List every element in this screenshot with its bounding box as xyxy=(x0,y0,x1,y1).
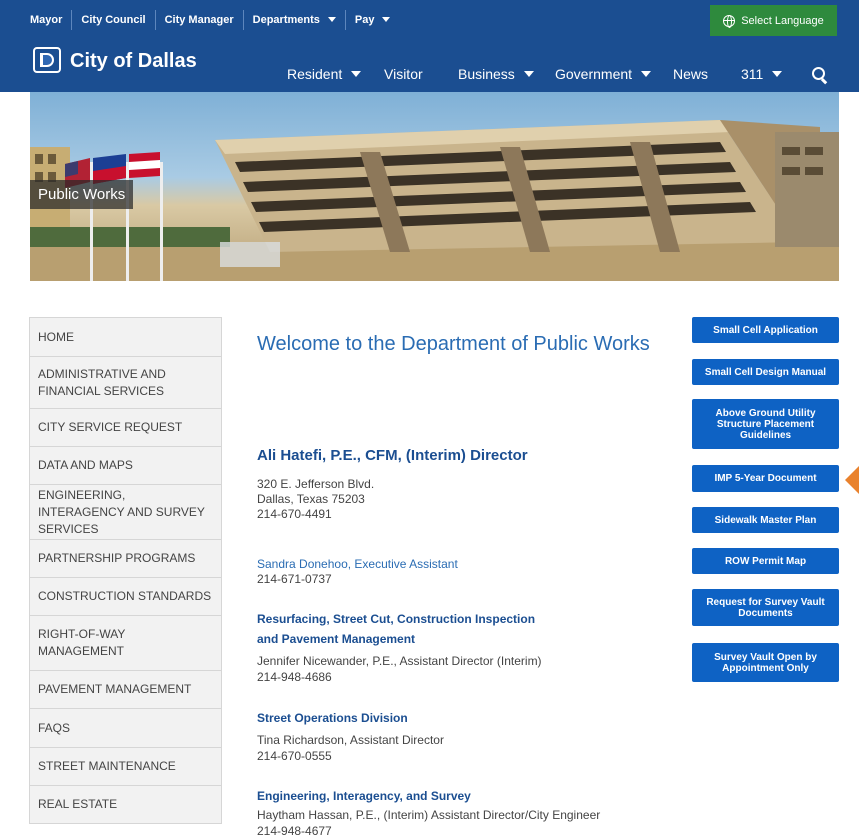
sidebar-item-data-maps[interactable]: DATA AND MAPS xyxy=(30,446,221,484)
search-icon[interactable] xyxy=(812,67,825,80)
globe-icon xyxy=(723,14,736,28)
nav-311[interactable]: 311 xyxy=(741,65,783,83)
select-language-label: Select Language xyxy=(741,14,824,27)
pay-dropdown[interactable]: Pay xyxy=(344,9,400,30)
sidebar-item-partnership[interactable]: PARTNERSHIP PROGRAMS xyxy=(30,539,221,577)
nav-visitor[interactable]: Visitor xyxy=(384,65,423,83)
chevron-down-icon xyxy=(327,17,336,22)
hero-banner: Public Works xyxy=(30,92,839,281)
pointer-arrow-icon xyxy=(845,464,859,496)
director-phone: 214-670-4491 xyxy=(257,507,332,521)
nav-resident[interactable]: Resident xyxy=(287,65,362,83)
engineering-phone: 214-948-4677 xyxy=(257,824,332,838)
nav-visitor-label: Visitor xyxy=(384,66,423,82)
nav-news-label: News xyxy=(673,66,709,82)
sidebar-item-construction-standards[interactable]: CONSTRUCTION STANDARDS xyxy=(30,577,221,615)
mayor-link[interactable]: Mayor xyxy=(22,10,71,30)
utility-bar: Mayor City Council City Manager Departme… xyxy=(0,0,859,39)
pay-label: Pay xyxy=(354,13,375,26)
chevron-down-icon xyxy=(523,71,534,77)
nav-business[interactable]: Business xyxy=(458,65,534,83)
main-nav-bar: City of Dallas Resident Visitor Business… xyxy=(0,39,859,92)
select-language-button[interactable]: Select Language xyxy=(710,5,837,36)
page-title: Welcome to the Department of Public Work… xyxy=(257,333,650,355)
nav-news[interactable]: News xyxy=(673,65,708,83)
row-permit-map-button[interactable]: ROW Permit Map xyxy=(692,548,839,574)
imp-5-year-document-button[interactable]: IMP 5-Year Document xyxy=(692,465,839,492)
chevron-down-icon xyxy=(382,17,391,22)
director-name: Ali Hatefi, P.E., CFM, (Interim) Directo… xyxy=(257,447,528,464)
street-ops-phone: 214-670-0555 xyxy=(257,749,332,763)
engineering-title: Engineering, Interagency, and Survey xyxy=(257,789,471,803)
sidebar-item-city-service-request[interactable]: CITY SERVICE REQUEST xyxy=(30,408,221,446)
sidebar-item-pavement[interactable]: PAVEMENT MANAGEMENT xyxy=(30,670,221,708)
site-title[interactable]: City of Dallas xyxy=(70,50,197,73)
assistant-phone: 214-671-0737 xyxy=(257,572,332,586)
city-manager-link[interactable]: City Manager xyxy=(154,9,243,30)
sidebar-item-engineering[interactable]: ENGINEERING, INTERAGENCY AND SURVEY SERV… xyxy=(30,484,221,539)
sidewalk-master-plan-button[interactable]: Sidewalk Master Plan xyxy=(692,507,839,533)
logo-mark xyxy=(40,53,54,67)
departments-label: Departments xyxy=(252,13,320,26)
sidebar-item-right-of-way[interactable]: RIGHT-OF-WAY MANAGEMENT xyxy=(30,615,221,670)
chevron-down-icon xyxy=(772,71,783,77)
departments-dropdown[interactable]: Departments xyxy=(242,9,345,30)
chevron-down-icon xyxy=(351,71,362,77)
nav-resident-label: Resident xyxy=(287,66,343,82)
sidebar-item-home[interactable]: HOME xyxy=(30,318,221,356)
chevron-down-icon xyxy=(641,71,652,77)
sidebar-item-street-maintenance[interactable]: STREET MAINTENANCE xyxy=(30,747,221,785)
small-cell-application-button[interactable]: Small Cell Application xyxy=(692,317,839,343)
city-council-link[interactable]: City Council xyxy=(71,9,154,30)
city-hall-illustration xyxy=(30,120,839,281)
sidebar-item-real-estate[interactable]: REAL ESTATE xyxy=(30,785,221,823)
sidebar-item-administrative-financial[interactable]: ADMINISTRATIVE AND FINANCIAL SERVICES xyxy=(30,356,221,408)
nav-311-label: 311 xyxy=(741,66,764,82)
utility-structure-guidelines-button[interactable]: Above Ground Utility Structure Placement… xyxy=(692,399,839,449)
engineering-person: Haytham Hassan, P.E., (Interim) Assistan… xyxy=(257,808,601,822)
assistant-name-link[interactable]: Sandra Donehoo, Executive Assistant xyxy=(257,557,458,571)
resurfacing-title-line1: Resurfacing, Street Cut, Construction In… xyxy=(257,612,536,626)
street-ops-person: Tina Richardson, Assistant Director xyxy=(257,733,444,747)
director-address-line2: Dallas, Texas 75203 xyxy=(257,492,365,506)
street-ops-title: Street Operations Division xyxy=(257,711,408,725)
nav-government[interactable]: Government xyxy=(555,65,652,83)
sidebar-item-faqs[interactable]: FAQS xyxy=(30,708,221,747)
hero-section-label: Public Works xyxy=(30,180,134,209)
nav-business-label: Business xyxy=(458,66,515,82)
resurfacing-person: Jennifer Nicewander, P.E., Assistant Dir… xyxy=(257,654,542,668)
small-cell-design-manual-button[interactable]: Small Cell Design Manual xyxy=(692,359,839,385)
resurfacing-phone: 214-948-4686 xyxy=(257,670,332,684)
sidebar-nav: HOME ADMINISTRATIVE AND FINANCIAL SERVIC… xyxy=(29,317,222,824)
survey-vault-appointment-button[interactable]: Survey Vault Open by Appointment Only xyxy=(692,643,839,682)
nav-government-label: Government xyxy=(555,66,633,82)
resurfacing-title-line2: and Pavement Management xyxy=(257,632,416,646)
director-address-line1: 320 E. Jefferson Blvd. xyxy=(257,477,375,491)
utility-links: Mayor City Council City Manager Departme… xyxy=(22,0,399,39)
survey-vault-request-button[interactable]: Request for Survey Vault Documents xyxy=(692,589,839,626)
city-logo-icon[interactable] xyxy=(33,47,61,73)
